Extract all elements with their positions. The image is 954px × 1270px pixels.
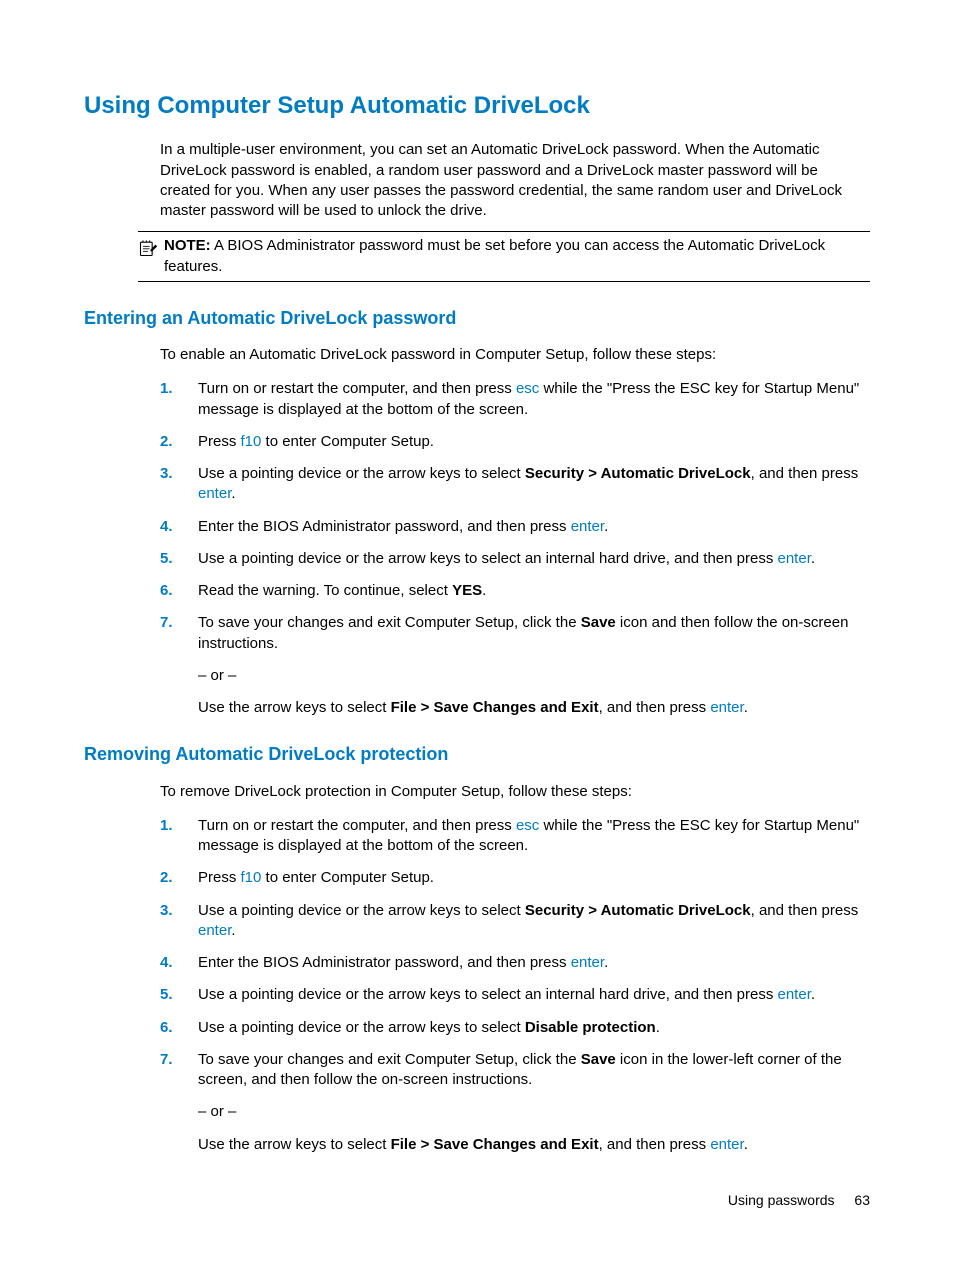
step-text: Read the warning. To continue, select: [198, 582, 452, 599]
step: Turn on or restart the computer, and the…: [160, 816, 870, 857]
step-text: Turn on or restart the computer, and the…: [198, 380, 516, 397]
step: Press f10 to enter Computer Setup.: [160, 868, 870, 888]
keycap-esc: esc: [516, 380, 539, 397]
step-text: .: [482, 582, 486, 599]
page-footer: Using passwords 63: [728, 1191, 870, 1210]
bold-disable: Disable protection: [525, 1019, 656, 1036]
step-text: To save your changes and exit Computer S…: [198, 1051, 581, 1068]
step-or: – or –: [198, 1102, 870, 1122]
keycap-esc: esc: [516, 817, 539, 834]
note-icon: [138, 238, 160, 264]
step: Use a pointing device or the arrow keys …: [160, 985, 870, 1005]
step-text: .: [811, 986, 815, 1003]
step-alt: Use the arrow keys to select File > Save…: [198, 1135, 870, 1155]
section2-heading: Removing Automatic DriveLock protection: [84, 742, 870, 766]
step-text: Use a pointing device or the arrow keys …: [198, 550, 778, 567]
main-heading: Using Computer Setup Automatic DriveLock: [84, 90, 870, 122]
step-text: .: [604, 954, 608, 971]
footer-section-label: Using passwords: [728, 1192, 835, 1208]
step-text: Use a pointing device or the arrow keys …: [198, 465, 525, 482]
section2-intro: To remove DriveLock protection in Comput…: [160, 782, 870, 802]
step-text: Use the arrow keys to select: [198, 699, 391, 716]
section1-intro: To enable an Automatic DriveLock passwor…: [160, 345, 870, 365]
step-text: , and then press: [599, 1136, 711, 1153]
step-text: Use a pointing device or the arrow keys …: [198, 1019, 525, 1036]
page-content: Using Computer Setup Automatic DriveLock…: [0, 0, 954, 1270]
note-body: A BIOS Administrator password must be se…: [164, 237, 825, 274]
step: Press f10 to enter Computer Setup.: [160, 432, 870, 452]
menu-path: Security > Automatic DriveLock: [525, 465, 751, 482]
step-text: to enter Computer Setup.: [261, 869, 434, 886]
step-text: .: [231, 922, 235, 939]
bold-save: Save: [581, 1051, 616, 1068]
step-text: Turn on or restart the computer, and the…: [198, 817, 516, 834]
step: Use a pointing device or the arrow keys …: [160, 464, 870, 505]
step-text: Enter the BIOS Administrator password, a…: [198, 518, 571, 535]
keycap-enter: enter: [198, 485, 231, 502]
step: To save your changes and exit Computer S…: [160, 1050, 870, 1155]
step-text: .: [811, 550, 815, 567]
step: Use a pointing device or the arrow keys …: [160, 549, 870, 569]
keycap-enter: enter: [710, 699, 743, 716]
step: Use a pointing device or the arrow keys …: [160, 901, 870, 942]
section1-heading: Entering an Automatic DriveLock password: [84, 306, 870, 330]
step-text: Press: [198, 869, 241, 886]
step: To save your changes and exit Computer S…: [160, 613, 870, 718]
step-text: Use a pointing device or the arrow keys …: [198, 986, 778, 1003]
step: Enter the BIOS Administrator password, a…: [160, 953, 870, 973]
note-text: NOTE: A BIOS Administrator password must…: [164, 236, 870, 277]
intro-paragraph: In a multiple-user environment, you can …: [160, 140, 870, 221]
step-text: .: [744, 699, 748, 716]
step-text: .: [604, 518, 608, 535]
step-text: , and then press: [751, 902, 859, 919]
step-text: To save your changes and exit Computer S…: [198, 614, 581, 631]
step-text: Use the arrow keys to select: [198, 1136, 391, 1153]
menu-path: File > Save Changes and Exit: [391, 1136, 599, 1153]
keycap-enter: enter: [571, 954, 604, 971]
section2-steps: Turn on or restart the computer, and the…: [160, 816, 870, 1155]
step-text: , and then press: [599, 699, 711, 716]
step-text: Use a pointing device or the arrow keys …: [198, 902, 525, 919]
keycap-enter: enter: [778, 550, 811, 567]
step-text: to enter Computer Setup.: [261, 433, 434, 450]
step: Turn on or restart the computer, and the…: [160, 379, 870, 420]
step-text: .: [744, 1136, 748, 1153]
step-text: .: [231, 485, 235, 502]
menu-path: Security > Automatic DriveLock: [525, 902, 751, 919]
keycap-enter: enter: [710, 1136, 743, 1153]
bold-save: Save: [581, 614, 616, 631]
step: Read the warning. To continue, select YE…: [160, 581, 870, 601]
keycap-enter: enter: [778, 986, 811, 1003]
bold-yes: YES: [452, 582, 482, 599]
step-text: Enter the BIOS Administrator password, a…: [198, 954, 571, 971]
step-alt: Use the arrow keys to select File > Save…: [198, 698, 870, 718]
step: Use a pointing device or the arrow keys …: [160, 1018, 870, 1038]
menu-path: File > Save Changes and Exit: [391, 699, 599, 716]
section1-steps: Turn on or restart the computer, and the…: [160, 379, 870, 718]
step-text: .: [656, 1019, 660, 1036]
note-box: NOTE: A BIOS Administrator password must…: [138, 231, 870, 282]
step-text: , and then press: [751, 465, 859, 482]
page-number: 63: [854, 1192, 870, 1208]
step-text: Press: [198, 433, 241, 450]
step: Enter the BIOS Administrator password, a…: [160, 517, 870, 537]
keycap-f10: f10: [241, 869, 262, 886]
keycap-enter: enter: [198, 922, 231, 939]
keycap-f10: f10: [241, 433, 262, 450]
step-or: – or –: [198, 666, 870, 686]
keycap-enter: enter: [571, 518, 604, 535]
note-label: NOTE:: [164, 237, 211, 254]
